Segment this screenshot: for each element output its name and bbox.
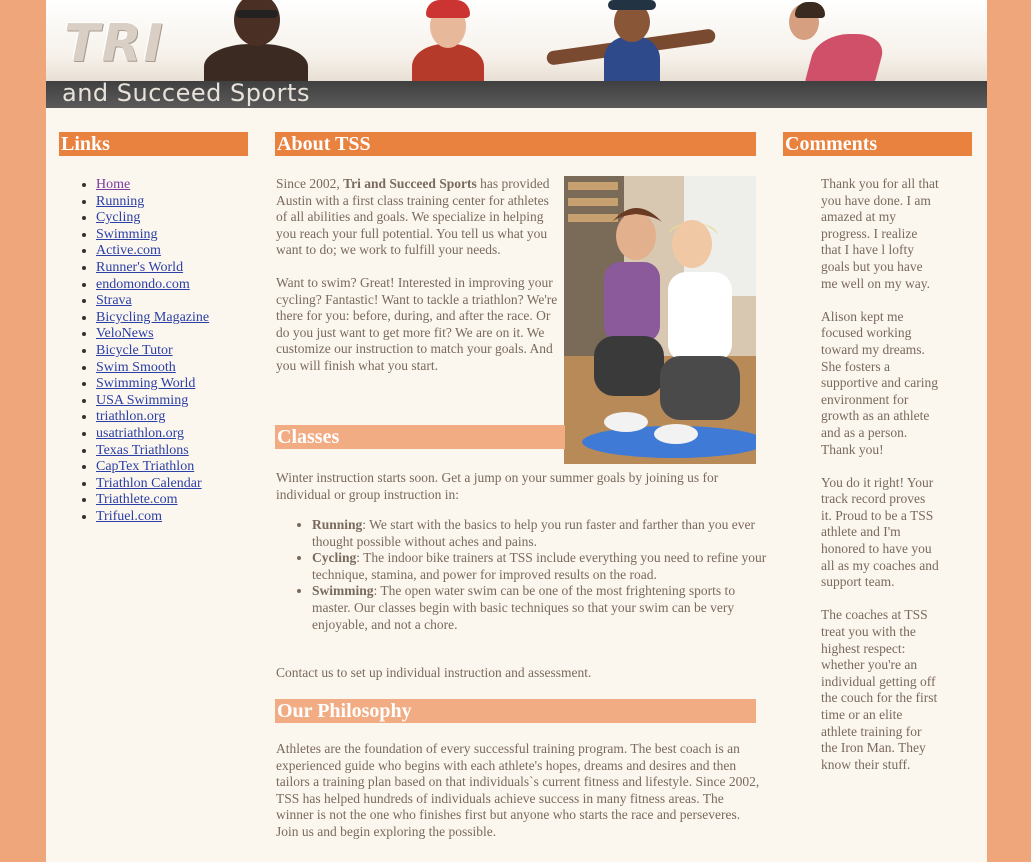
site-tagline: and Succeed Sports bbox=[62, 79, 310, 107]
contact-line: Contact us to set up individual instruct… bbox=[276, 665, 592, 680]
link-cycling[interactable]: Cycling bbox=[96, 210, 140, 225]
link-triathlon-calendar[interactable]: Triathlon Calendar bbox=[96, 476, 202, 491]
links-list-item: Home bbox=[96, 177, 209, 194]
links-list-item: endomondo.com bbox=[96, 277, 209, 294]
links-list-item: usatriathlon.org bbox=[96, 426, 209, 443]
about-paragraph-2: Want to swim? Great! Interested in impro… bbox=[276, 274, 558, 373]
link-running[interactable]: Running bbox=[96, 194, 144, 209]
link-trifuel-com[interactable]: Trifuel.com bbox=[96, 509, 162, 524]
links-list: Home RunningCycling SwimmingActive.com Runn… bbox=[76, 177, 209, 525]
links-list-item: CapTex Triathlon bbox=[96, 459, 209, 476]
links-list-item: Swim Smooth bbox=[96, 360, 209, 377]
philosophy-paragraph: Athletes are the foundation of every suc… bbox=[276, 741, 760, 839]
class-name: Cycling bbox=[312, 550, 357, 566]
link-bicycle-tutor[interactable]: Bicycle Tutor bbox=[96, 343, 173, 358]
company-name: Tri and Succeed Sports bbox=[343, 176, 477, 191]
class-item: Running: We start with the basics to hel… bbox=[312, 517, 774, 550]
links-list-item: Triathlete.com bbox=[96, 492, 209, 509]
comment-text: Thank you for all that you have done. I … bbox=[821, 176, 939, 291]
link-velonews[interactable]: VeloNews bbox=[96, 326, 154, 341]
link-captex-triathlon[interactable]: CapTex Triathlon bbox=[96, 459, 194, 474]
site-header: TRI and Succeed Sports bbox=[46, 0, 987, 108]
links-list-item: USA Swimming bbox=[96, 393, 209, 410]
links-list-item: Strava bbox=[96, 293, 209, 310]
link-texas-triathlons[interactable]: Texas Triathlons bbox=[96, 443, 189, 458]
link-usa-swimming[interactable]: USA Swimming bbox=[96, 393, 188, 408]
site-logo[interactable]: TRI bbox=[64, 14, 165, 74]
about-section: Since 2002, Tri and Succeed Sports has p… bbox=[276, 176, 561, 391]
links-heading: Links bbox=[59, 132, 248, 156]
link-active-com[interactable]: Active.com bbox=[96, 243, 161, 258]
athlete-cyclist-image bbox=[408, 0, 488, 81]
link-home[interactable]: Home bbox=[96, 177, 130, 192]
two-women-fitness-photo bbox=[564, 176, 756, 464]
comment-text: You do it right! Your track record prove… bbox=[821, 474, 939, 590]
athlete-runner-image bbox=[545, 0, 717, 81]
class-description: : The indoor bike trainers at TSS includ… bbox=[312, 550, 767, 582]
link-swimming[interactable]: Swimming bbox=[96, 227, 157, 242]
links-list-item: Cycling bbox=[96, 210, 209, 227]
comment-text: Alison kept me focused working toward my… bbox=[821, 308, 938, 457]
class-name: Swimming bbox=[312, 583, 374, 599]
athlete-female-runner-image bbox=[781, 0, 891, 81]
comments-heading: Comments bbox=[783, 132, 972, 156]
about-heading: About TSS bbox=[275, 132, 756, 156]
links-list-item: VeloNews bbox=[96, 326, 209, 343]
link-swim-smooth[interactable]: Swim Smooth bbox=[96, 360, 176, 375]
comment-text: The coaches at TSS treat you with the hi… bbox=[821, 607, 938, 772]
links-list-item: Active.com bbox=[96, 243, 209, 260]
links-list-item: Trifuel.com bbox=[96, 509, 209, 526]
link-usatriathlon-org[interactable]: usatriathlon.org bbox=[96, 426, 184, 441]
classes-heading: Classes bbox=[275, 425, 565, 449]
tagline-bar: and Succeed Sports bbox=[46, 79, 987, 108]
link-endomondo-com[interactable]: endomondo.com bbox=[96, 277, 190, 292]
link-bicycling-magazine[interactable]: Bicycling Magazine bbox=[96, 310, 209, 325]
links-list-item: Swimming bbox=[96, 227, 209, 244]
link-runner-s-world[interactable]: Runner's World bbox=[96, 260, 183, 275]
links-list-item: triathlon.org bbox=[96, 409, 209, 426]
links-list-item: Swimming World bbox=[96, 376, 209, 393]
link-strava[interactable]: Strava bbox=[96, 293, 132, 308]
classes-list: Running: We start with the basics to hel… bbox=[294, 517, 774, 633]
athlete-swimmer-image bbox=[196, 0, 316, 81]
comments-section: Thank you for all that you have done. I … bbox=[821, 176, 939, 790]
links-list-item: Running bbox=[96, 194, 209, 211]
class-item: Swimming: The open water swim can be one… bbox=[312, 583, 774, 633]
class-description: : The open water swim can be one of the … bbox=[312, 583, 736, 632]
link-triathlete-com[interactable]: Triathlete.com bbox=[96, 492, 178, 507]
about-paragraph-1: Since 2002, Tri and Succeed Sports has p… bbox=[276, 176, 550, 258]
links-list-item: Texas Triathlons bbox=[96, 443, 209, 460]
class-name: Running bbox=[312, 517, 363, 532]
links-list-item: Bicycle Tutor bbox=[96, 343, 209, 360]
links-list-item: Runner's World bbox=[96, 260, 209, 277]
class-item: Cycling: The indoor bike trainers at TSS… bbox=[312, 550, 774, 583]
links-list-item: Triathlon Calendar bbox=[96, 476, 209, 493]
link-swimming-world[interactable]: Swimming World bbox=[96, 376, 195, 391]
page-container: TRI and Succeed Sports Links Home Running… bbox=[46, 0, 987, 862]
header-banner-image: TRI bbox=[46, 0, 987, 81]
classes-intro: Winter instruction starts soon. Get a ju… bbox=[276, 470, 719, 502]
class-description: : We start with the basics to help you r… bbox=[312, 517, 755, 549]
links-list-item: Bicycling Magazine bbox=[96, 310, 209, 327]
philosophy-heading: Our Philosophy bbox=[275, 699, 756, 723]
link-triathlon-org[interactable]: triathlon.org bbox=[96, 409, 165, 424]
